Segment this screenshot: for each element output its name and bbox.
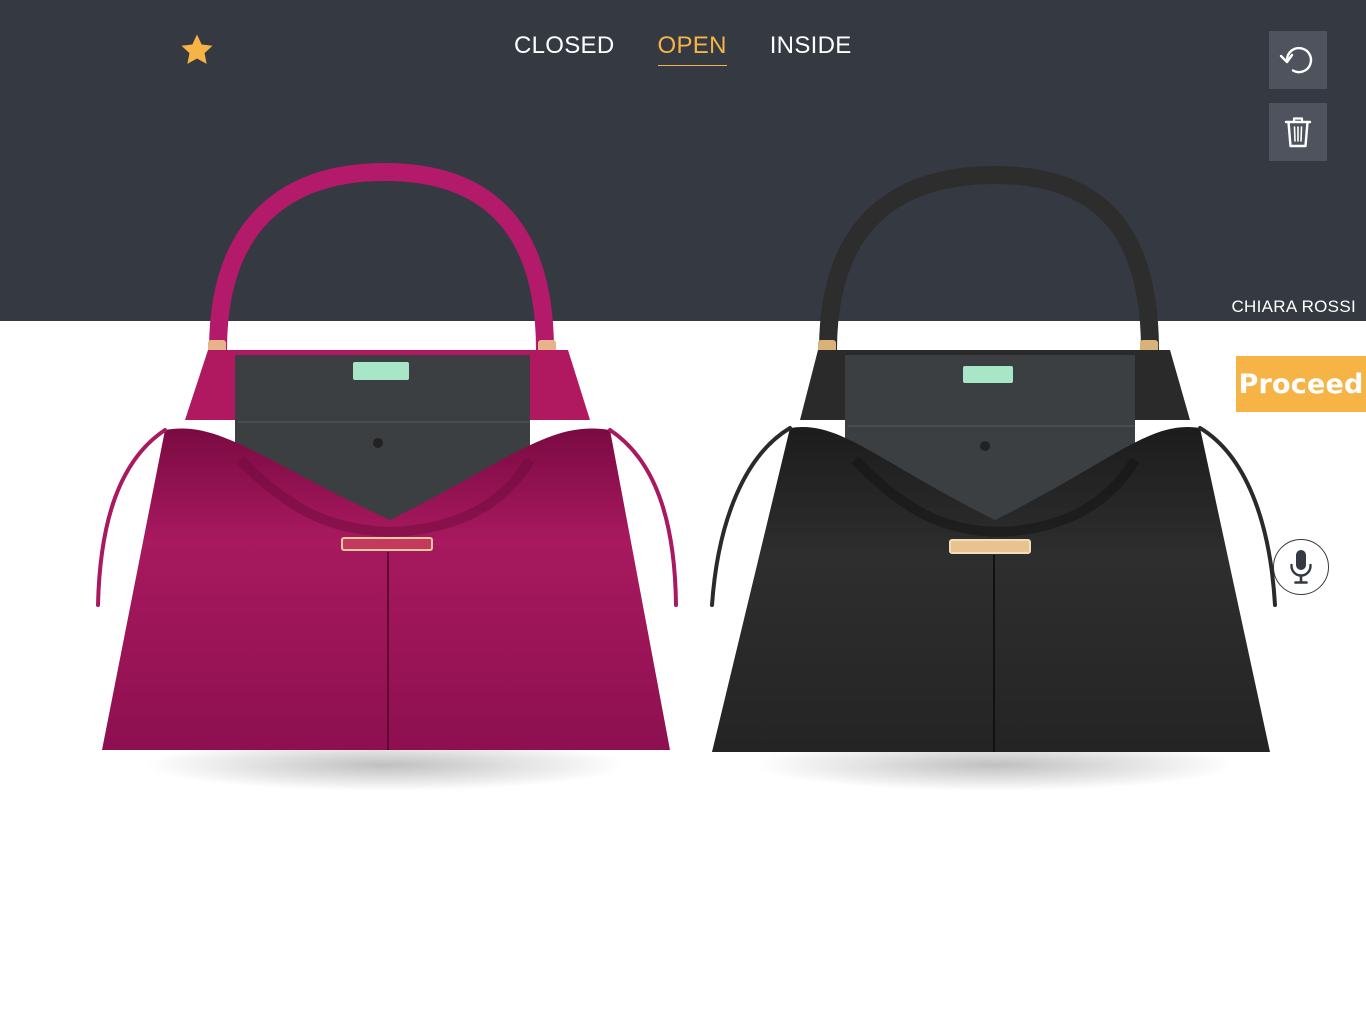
undo-icon [1279,46,1313,74]
tab-inside[interactable]: INSIDE [770,31,852,66]
view-tabs: CLOSED OPEN INSIDE [514,31,852,66]
star-icon[interactable] [178,31,216,69]
delete-button[interactable] [1269,103,1327,161]
bag-black[interactable] [700,160,1300,810]
bag-magenta[interactable] [90,160,690,810]
trash-icon [1284,117,1312,148]
tab-closed[interactable]: CLOSED [514,31,615,66]
tab-open[interactable]: OPEN [657,31,727,66]
undo-button[interactable] [1269,31,1327,89]
